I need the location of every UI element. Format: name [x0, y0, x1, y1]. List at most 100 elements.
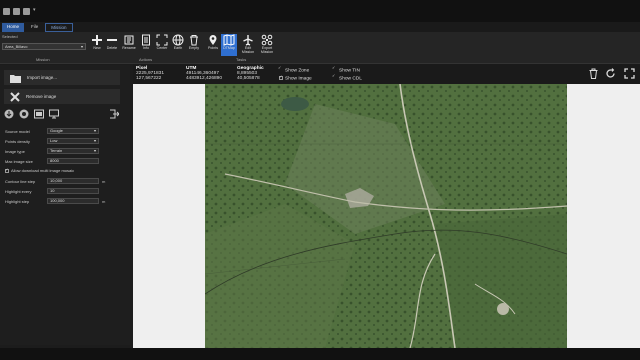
tab-home[interactable]: Home: [2, 23, 25, 32]
image-toolbar: [4, 107, 120, 121]
left-panel: Import image... Remove image Source mode…: [0, 65, 130, 345]
show-cdl-label: Show CDL: [339, 76, 362, 82]
close-icon: [10, 91, 20, 102]
chevron-down-icon: ▾: [93, 148, 96, 153]
highlight-every-field[interactable]: 10: [47, 188, 99, 194]
empty-label: Empty: [188, 46, 200, 50]
selected-mission-dropdown[interactable]: Area_Billavo ▾: [2, 43, 86, 50]
chevron-down-icon[interactable]: ▾: [33, 7, 37, 15]
show-image-label: Show Image: [285, 76, 312, 82]
image-type-select[interactable]: Terrain ▾: [47, 148, 99, 154]
source-model-select[interactable]: Google ▾: [47, 128, 99, 134]
show-image-toggle[interactable]: Show Image: [279, 74, 312, 82]
allow-mosaic-label: Allow download multi image mosaic: [11, 168, 75, 173]
empty-button[interactable]: Empty: [186, 34, 202, 56]
refresh-icon[interactable]: [605, 68, 616, 79]
export-drone-icon: [261, 34, 273, 46]
edit-mission-button[interactable]: Edit Mission: [240, 34, 256, 56]
image-type-label: Image type: [5, 149, 25, 154]
trash-icon[interactable]: [588, 68, 599, 79]
map-viewport[interactable]: [133, 84, 640, 348]
plus-icon: [92, 35, 102, 45]
show-tin-label: Show TIN: [339, 68, 360, 74]
new-button[interactable]: New: [89, 34, 105, 56]
highlight-step-label: Highlight step: [5, 199, 30, 204]
check-icon: [278, 65, 283, 72]
show-zone-label: Show Zone: [285, 68, 310, 74]
remove-image-button[interactable]: Remove image: [4, 89, 120, 104]
utm-coords: UTM 491146,360497 4483912,426890: [186, 66, 222, 81]
highlight-every-label: Highlight every: [5, 189, 32, 194]
exit-icon: [110, 109, 119, 119]
edit-mission-label: Edit Mission: [241, 46, 255, 54]
highlight-every-value: 10: [50, 188, 55, 193]
download-icon: [4, 109, 14, 119]
points-density-value: Low: [50, 138, 58, 143]
trash-icon: [190, 35, 198, 46]
geographic-coords: Geographic 8,895503 40,505878: [237, 66, 264, 81]
highlight-step-value: 100,000: [50, 198, 65, 203]
tab-mission[interactable]: Mission: [45, 23, 73, 32]
contour-step-label: Contour line step: [5, 179, 36, 184]
check-icon: [332, 73, 337, 80]
rename-icon: [124, 35, 134, 45]
save-icon[interactable]: [13, 7, 20, 15]
earth-button[interactable]: Earth: [170, 34, 186, 56]
delete-button[interactable]: Delete: [104, 34, 120, 56]
app-icon: [3, 7, 10, 15]
terrain-map-image: [205, 84, 567, 348]
source-model-label: Source model: [5, 129, 30, 134]
contour-step-field[interactable]: 10,000: [47, 178, 99, 184]
utm-y: 4483912,426890: [186, 76, 223, 81]
target-icon: [19, 109, 29, 119]
coordinate-bar: Pixel 2225,971831 127,567222 UTM 491146,…: [133, 64, 640, 84]
dtmap-button[interactable]: DTMap: [221, 34, 237, 56]
max-image-size-label: Max image size: [5, 159, 33, 164]
image-window-icon: [34, 109, 44, 119]
checkbox-checked-icon: [5, 167, 9, 173]
center-button[interactable]: Center: [154, 34, 170, 56]
max-image-size-field[interactable]: 8000: [47, 158, 99, 164]
import-image-button[interactable]: Import image...: [4, 70, 120, 85]
points-density-select[interactable]: Low ▾: [47, 138, 99, 144]
new-label: New: [93, 46, 101, 50]
map-pin-icon: [209, 35, 217, 45]
earth-label: Earth: [173, 46, 183, 50]
points-button[interactable]: Points: [205, 34, 221, 56]
folder-icon: [10, 74, 21, 83]
center-label: Center: [156, 46, 168, 50]
rename-button[interactable]: Rename: [121, 34, 137, 56]
airplane-icon: [243, 35, 253, 46]
selected-group: Selected Area_Billavo ▾: [2, 34, 86, 50]
minus-icon: [107, 39, 117, 41]
center-icon: [156, 34, 168, 46]
allow-mosaic-checkbox[interactable]: Allow download multi image mosaic: [5, 167, 75, 173]
show-cdl-toggle[interactable]: Show CDL: [332, 73, 362, 82]
fullscreen-icon[interactable]: [624, 68, 635, 79]
info-button[interactable]: Info: [138, 34, 154, 56]
max-image-size-value: 8000: [50, 158, 59, 163]
selected-mission-value: Area_Billavo: [5, 44, 28, 49]
ribbon-tabs: Home File Mission: [0, 22, 640, 32]
remove-image-label: Remove image: [26, 94, 57, 99]
highlight-step-unit: m: [102, 199, 106, 204]
show-tin-toggle[interactable]: Show TIN: [332, 65, 360, 74]
chevron-down-icon: ▾: [80, 44, 83, 49]
show-zone-toggle[interactable]: Show Zone: [278, 65, 310, 74]
dtmap-label: DTMap: [223, 46, 235, 50]
info-label: Info: [143, 46, 149, 50]
contour-step-value: 10,000: [50, 178, 63, 183]
undo-icon[interactable]: [23, 7, 30, 15]
monitor-icon: [49, 109, 59, 119]
highlight-step-field[interactable]: 100,000: [47, 198, 99, 204]
ribbon: Selected Area_Billavo ▾ New Delete Renam…: [0, 32, 640, 64]
selected-label: Selected: [2, 34, 18, 39]
info-icon: [142, 34, 150, 46]
points-label: Points: [208, 46, 218, 50]
group-label-mission: Mission: [36, 57, 50, 62]
delete-label: Delete: [106, 46, 118, 50]
satellite-map-image[interactable]: [205, 84, 567, 348]
contour-step-unit: m: [102, 179, 106, 184]
export-mission-button[interactable]: Export Mission: [259, 34, 275, 56]
tab-file[interactable]: File: [26, 23, 43, 32]
